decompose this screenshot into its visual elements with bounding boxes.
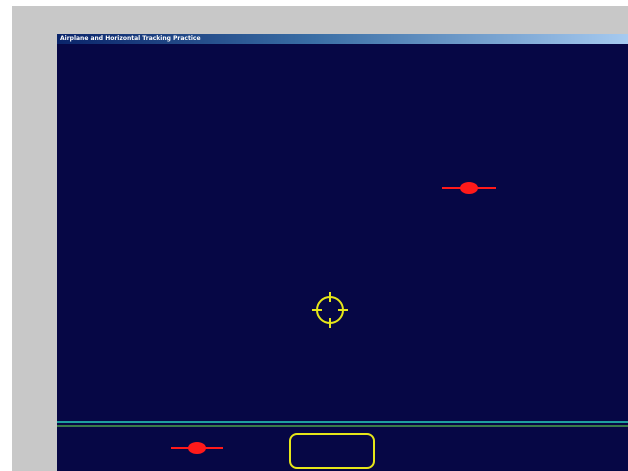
crosshair-reticle-icon[interactable] bbox=[312, 292, 348, 328]
playfield-canvas bbox=[57, 182, 628, 469]
target-airplane-icon bbox=[442, 182, 496, 194]
tracking-playfield[interactable] bbox=[57, 44, 628, 471]
title-bar: Airplane and Horizontal Tracking Practic… bbox=[57, 34, 628, 44]
app-window: Airplane and Horizontal Tracking Practic… bbox=[57, 34, 628, 471]
tracking-zone-box[interactable] bbox=[289, 433, 375, 469]
horizontal-tracker-airplane-icon bbox=[171, 442, 223, 454]
window-title: Airplane and Horizontal Tracking Practic… bbox=[60, 35, 201, 42]
